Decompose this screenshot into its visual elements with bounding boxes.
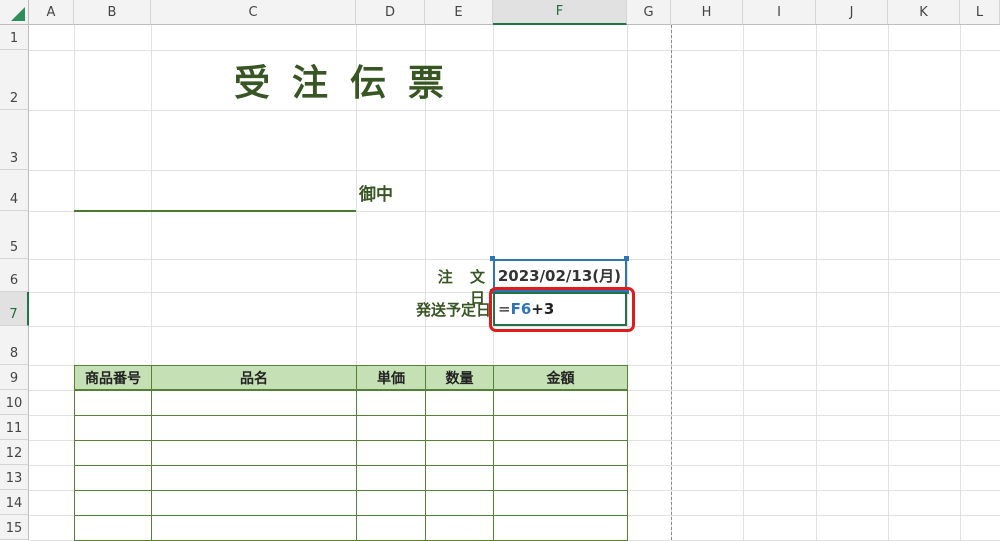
row-header-11[interactable]: 11 — [0, 415, 29, 440]
table-cell[interactable] — [425, 465, 494, 491]
table-cell[interactable] — [356, 490, 426, 516]
gridline-vertical — [743, 25, 744, 540]
column-header-k[interactable]: K — [888, 0, 960, 25]
column-header-f[interactable]: F — [493, 0, 627, 25]
table-cell[interactable] — [151, 515, 357, 541]
column-header-i[interactable]: I — [743, 0, 816, 25]
row-header-5[interactable]: 5 — [0, 211, 29, 259]
row-header-2[interactable]: 2 — [0, 50, 29, 110]
table-cell[interactable] — [493, 515, 628, 541]
column-header-e[interactable]: E — [425, 0, 493, 25]
column-header-d[interactable]: D — [356, 0, 425, 25]
gridline-horizontal — [29, 170, 1000, 171]
range-handle-top-right[interactable] — [624, 256, 629, 261]
table-header-cell[interactable]: 数量 — [425, 365, 494, 390]
table-cell[interactable] — [356, 415, 426, 441]
row-header-12[interactable]: 12 — [0, 440, 29, 465]
table-header-cell[interactable]: 単価 — [356, 365, 426, 390]
table-cell[interactable] — [74, 465, 152, 491]
table-cell[interactable] — [356, 390, 426, 416]
table-cell[interactable] — [151, 465, 357, 491]
row-header-15[interactable]: 15 — [0, 515, 29, 540]
row-header-4[interactable]: 4 — [0, 170, 29, 211]
table-header-cell[interactable]: 金額 — [493, 365, 628, 390]
row-header-9[interactable]: 9 — [0, 365, 29, 390]
table-cell[interactable] — [74, 440, 152, 466]
table-header-cell[interactable]: 商品番号 — [74, 365, 152, 390]
table-cell[interactable] — [493, 440, 628, 466]
form-title: 受注伝票 — [233, 62, 466, 104]
gridline-vertical — [888, 25, 889, 540]
gridline-horizontal — [29, 110, 1000, 111]
column-header-c[interactable]: C — [151, 0, 356, 25]
highlight-box — [489, 287, 635, 332]
order-date-value: 2023/02/13(月) — [497, 267, 621, 285]
row-header-6[interactable]: 6 — [0, 259, 29, 292]
ship-date-label: 発送予定日 — [415, 301, 491, 319]
row-header-13[interactable]: 13 — [0, 465, 29, 490]
table-cell[interactable] — [493, 390, 628, 416]
table-cell[interactable] — [493, 490, 628, 516]
table-cell[interactable] — [151, 440, 357, 466]
table-cell[interactable] — [356, 515, 426, 541]
table-cell[interactable] — [151, 390, 357, 416]
table-cell[interactable] — [425, 415, 494, 441]
row-header-8[interactable]: 8 — [0, 326, 29, 365]
table-header-cell[interactable]: 品名 — [151, 365, 357, 390]
gridline-vertical — [960, 25, 961, 540]
table-cell[interactable] — [356, 440, 426, 466]
table-cell[interactable] — [425, 515, 494, 541]
addressee-underline — [74, 210, 356, 212]
table-cell[interactable] — [74, 390, 152, 416]
column-header-l[interactable]: L — [960, 0, 1000, 25]
row-header-10[interactable]: 10 — [0, 390, 29, 415]
column-header-h[interactable]: H — [671, 0, 743, 25]
page-break-line — [671, 25, 672, 540]
column-header-a[interactable]: A — [29, 0, 74, 25]
table-cell[interactable] — [151, 415, 357, 441]
table-cell[interactable] — [74, 415, 152, 441]
table-cell[interactable] — [493, 465, 628, 491]
range-handle-top-left[interactable] — [490, 256, 495, 261]
row-header-1[interactable]: 1 — [0, 25, 29, 50]
table-cell[interactable] — [74, 515, 152, 541]
table-cell[interactable] — [74, 490, 152, 516]
addressee-suffix: 御中 — [359, 185, 393, 205]
row-header-3[interactable]: 3 — [0, 110, 29, 170]
gridline-vertical — [816, 25, 817, 540]
select-all-corner[interactable] — [0, 0, 29, 25]
column-header-b[interactable]: B — [74, 0, 151, 25]
row-header-7[interactable]: 7 — [0, 292, 29, 326]
table-cell[interactable] — [425, 440, 494, 466]
table-cell[interactable] — [151, 490, 357, 516]
table-cell[interactable] — [493, 415, 628, 441]
column-header-j[interactable]: J — [816, 0, 888, 25]
row-header-14[interactable]: 14 — [0, 490, 29, 515]
table-cell[interactable] — [425, 390, 494, 416]
column-header-g[interactable]: G — [627, 0, 671, 25]
table-cell[interactable] — [425, 490, 494, 516]
select-all-icon — [11, 7, 25, 21]
table-cell[interactable] — [356, 465, 426, 491]
